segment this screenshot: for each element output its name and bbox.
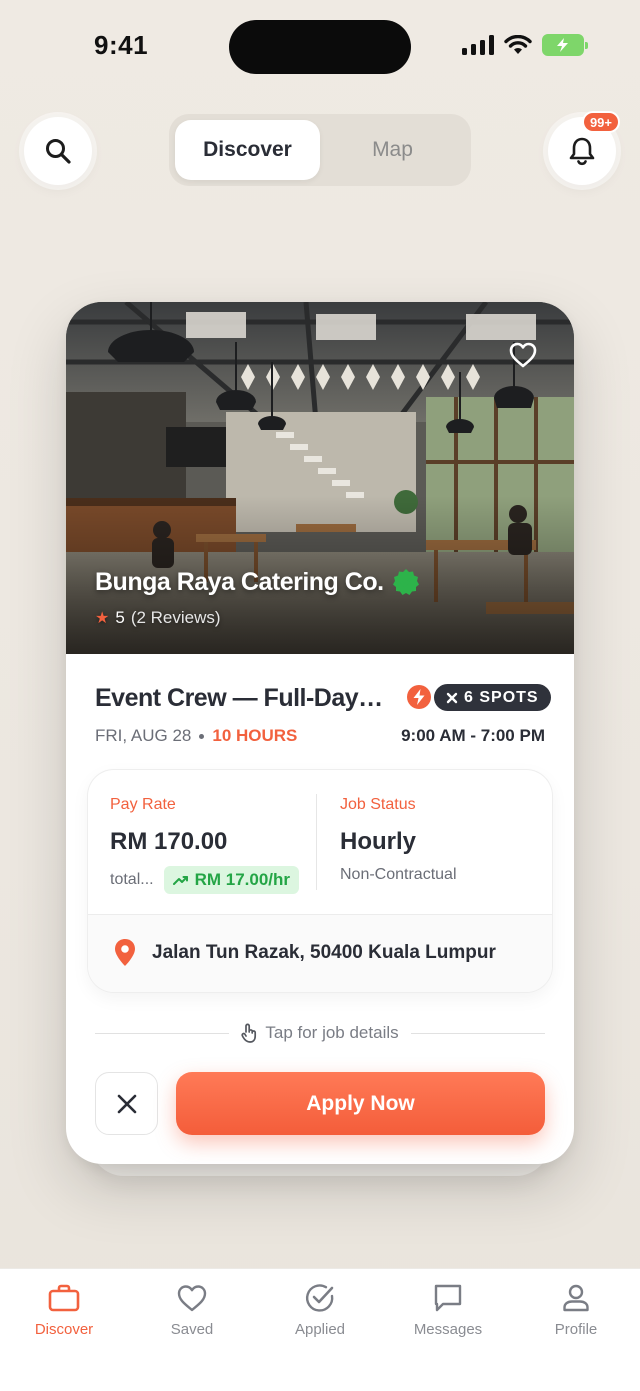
spots-icon xyxy=(446,692,458,703)
tab-discover[interactable]: Discover xyxy=(175,120,320,180)
tab-map[interactable]: Map xyxy=(320,120,465,180)
bell-icon xyxy=(569,137,595,166)
message-icon xyxy=(434,1284,462,1312)
location-row[interactable]: Jalan Tun Razak, 50400 Kuala Lumpur xyxy=(114,914,496,992)
wifi-icon xyxy=(504,35,532,54)
column-divider xyxy=(316,794,317,890)
job-card[interactable]: Bunga Raya Catering Co. ★ 5 (2 Reviews) … xyxy=(66,302,574,1164)
close-icon xyxy=(117,1094,136,1113)
verified-badge-icon xyxy=(393,569,419,595)
tap-hint-text: Tap for job details xyxy=(265,1023,399,1042)
job-duration: 10 HOURS xyxy=(212,726,298,745)
search-button[interactable] xyxy=(24,117,92,185)
business-name: Bunga Raya Catering Co. xyxy=(95,568,384,596)
nav-label: Messages xyxy=(413,1321,483,1338)
notification-badge: 99+ xyxy=(581,111,620,133)
dynamic-island xyxy=(229,20,411,74)
pay-rate-label: Pay Rate xyxy=(110,796,176,813)
nav-discover[interactable]: Discover xyxy=(0,1269,128,1391)
status-time: 9:41 xyxy=(94,30,149,60)
rating-value: 5 xyxy=(115,608,125,627)
status-bar: 9:41 xyxy=(0,0,640,96)
nav-saved[interactable]: Saved xyxy=(128,1269,256,1391)
nav-label: Saved xyxy=(170,1321,214,1338)
battery-icon xyxy=(542,34,588,56)
trend-up-icon xyxy=(172,876,188,885)
job-date: FRI, AUG 28 xyxy=(95,726,192,745)
job-info-panel: Pay Rate RM 170.00 total... RM 17.00/hr … xyxy=(88,770,552,992)
nav-label: Profile xyxy=(554,1321,598,1338)
separator-dot xyxy=(199,733,205,739)
nav-profile[interactable]: Profile xyxy=(512,1269,640,1391)
pay-total-label: total... xyxy=(110,871,154,888)
spots-count: 6 SPOTS xyxy=(464,688,539,706)
tap-finger-icon xyxy=(241,1023,257,1043)
hourly-rate-chip: RM 17.00/hr xyxy=(163,866,300,894)
dismiss-button[interactable] xyxy=(95,1072,158,1135)
pay-amount: RM 170.00 xyxy=(110,828,228,855)
job-status-label: Job Status xyxy=(340,796,416,813)
notifications-button[interactable]: 99+ xyxy=(548,111,620,185)
briefcase-icon xyxy=(48,1284,80,1312)
job-status-section: Job Status Hourly Non-Contractual xyxy=(340,796,457,884)
tap-hint[interactable]: Tap for job details xyxy=(95,1020,545,1046)
job-title: Event Crew — Full-Day… xyxy=(95,684,383,712)
user-icon xyxy=(563,1284,589,1312)
job-time-range: 9:00 AM - 7:00 PM xyxy=(401,726,545,745)
instant-bolt-icon xyxy=(407,685,431,709)
check-circle-icon xyxy=(305,1284,334,1312)
nav-label: Discover xyxy=(34,1321,94,1338)
divider-line xyxy=(95,1032,230,1034)
location-address: Jalan Tun Razak, 50400 Kuala Lumpur xyxy=(152,942,496,963)
job-status-value: Hourly xyxy=(340,828,417,855)
location-pin-icon xyxy=(115,939,135,966)
status-icons xyxy=(462,34,588,56)
nav-applied[interactable]: Applied xyxy=(256,1269,384,1391)
favorite-heart-icon[interactable] xyxy=(508,340,538,370)
review-count: (2 Reviews) xyxy=(130,608,221,627)
apply-now-button[interactable]: Apply Now xyxy=(176,1072,545,1135)
nav-label: Applied xyxy=(294,1321,346,1338)
view-toggle: Discover Map xyxy=(169,114,471,186)
job-schedule: FRI, AUG 28 10 HOURS 9:00 AM - 7:00 PM xyxy=(95,726,545,746)
divider-line xyxy=(410,1032,545,1034)
cellular-signal-icon xyxy=(462,35,494,55)
heart-icon xyxy=(177,1285,207,1312)
bottom-nav: Discover Saved Applied Messages Profile xyxy=(0,1268,640,1391)
search-icon xyxy=(46,139,71,164)
business-rating: ★ 5 (2 Reviews) xyxy=(95,608,221,628)
pay-rate-section: Pay Rate RM 170.00 total... RM 17.00/hr xyxy=(110,796,300,894)
star-icon: ★ xyxy=(95,610,110,627)
nav-messages[interactable]: Messages xyxy=(384,1269,512,1391)
spots-badge: 6 SPOTS xyxy=(434,684,551,711)
contract-type: Non-Contractual xyxy=(340,866,457,883)
business-photo: Bunga Raya Catering Co. ★ 5 (2 Reviews) xyxy=(66,302,574,654)
hourly-rate: RM 17.00/hr xyxy=(194,870,291,889)
